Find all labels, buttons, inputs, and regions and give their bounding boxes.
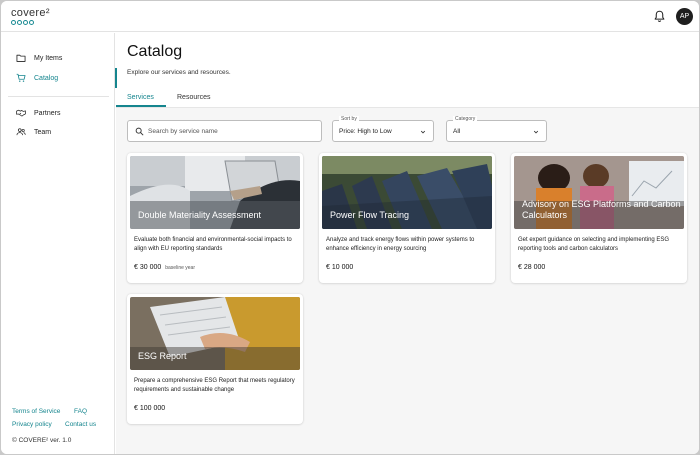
sidebar-item-partners[interactable]: Partners [16,108,60,118]
sidebar-divider [8,96,109,97]
sidebar-item-label: Partners [34,109,61,117]
copyright: © COVERE² ver. 1.0 [12,437,72,444]
logo[interactable]: covere² [11,7,50,25]
category-select[interactable]: Category All [446,116,547,142]
card-price: € 10 000 [326,264,354,271]
service-card[interactable]: ESG Report Prepare a comprehensive ESG R… [127,294,303,424]
card-title: Advisory on ESG Platforms and Carbon Cal… [522,199,681,220]
search-input[interactable] [148,125,318,138]
card-description: Get expert guidance on selecting and imp… [518,237,670,252]
category-value: All [453,128,461,135]
chevron-down-icon [533,130,539,134]
search-box[interactable] [127,120,322,142]
active-indicator [115,68,117,88]
sidebar-item-label: Catalog [34,74,59,82]
app-window: covere² AP My Items Catalog Partners Tea… [1,1,699,454]
card-title: Power Flow Tracing [330,210,410,220]
cart-icon [16,73,26,82]
handshake-icon [16,109,26,117]
contact-link[interactable]: Contact us [65,421,96,428]
main-content: Catalog Explore our services and resourc… [115,33,699,454]
sort-select[interactable]: Sort by Price: High to Low [332,116,434,142]
team-icon [16,128,26,136]
card-image: Advisory on ESG Platforms and Carbon Cal… [514,156,684,229]
chevron-down-icon [420,130,426,134]
tab-underline [116,105,166,107]
category-label: Category [453,116,478,122]
sidebar-item-label: My Items [34,54,63,62]
sort-label: Sort by [339,116,359,122]
privacy-link[interactable]: Privacy policy [12,421,52,428]
sidebar: My Items Catalog Partners Team Terms of … [1,33,115,454]
tab-resources[interactable]: Resources [177,94,210,101]
card-image: Double Materiality Assessment [130,156,300,229]
bell-icon[interactable] [653,10,666,23]
service-card[interactable]: Advisory on ESG Platforms and Carbon Cal… [511,153,687,283]
card-title: Double Materiality Assessment [138,210,262,220]
tab-services[interactable]: Services [127,94,154,101]
card-image: ESG Report [130,297,300,370]
sidebar-item-label: Team [34,128,52,136]
terms-link[interactable]: Terms of Service [12,408,60,415]
service-card[interactable]: Power Flow Tracing Analyze and track ene… [319,153,495,283]
card-title: ESG Report [138,351,187,361]
avatar[interactable]: AP [676,8,693,25]
folder-icon [16,54,26,62]
top-bar: covere² AP [1,1,699,32]
search-icon [135,127,144,136]
card-description: Prepare a comprehensive ESG Report that … [134,378,295,393]
sidebar-item-my-items[interactable]: My Items [16,53,62,63]
logo-text: covere² [11,7,50,19]
sort-value: Price: High to Low [339,128,392,135]
faq-link[interactable]: FAQ [74,408,87,415]
sidebar-item-team[interactable]: Team [16,127,51,137]
card-description: Evaluate both financial and environmenta… [134,237,292,252]
card-price: € 28 000 [518,264,546,271]
service-card[interactable]: Double Materiality Assessment Evaluate b… [127,153,303,283]
sidebar-item-catalog[interactable]: Catalog [16,73,58,83]
card-price-note: baseline year [165,265,195,271]
logo-dots [11,20,50,25]
card-price: € 30 000 baseline year [134,264,195,271]
card-image: Power Flow Tracing [322,156,492,229]
card-description: Analyze and track energy flows within po… [326,237,475,252]
page-header: Catalog Explore our services and resourc… [115,33,699,108]
card-price: € 100 000 [134,405,166,412]
page-title: Catalog [127,43,183,60]
page-subtitle: Explore our services and resources. [127,69,231,76]
